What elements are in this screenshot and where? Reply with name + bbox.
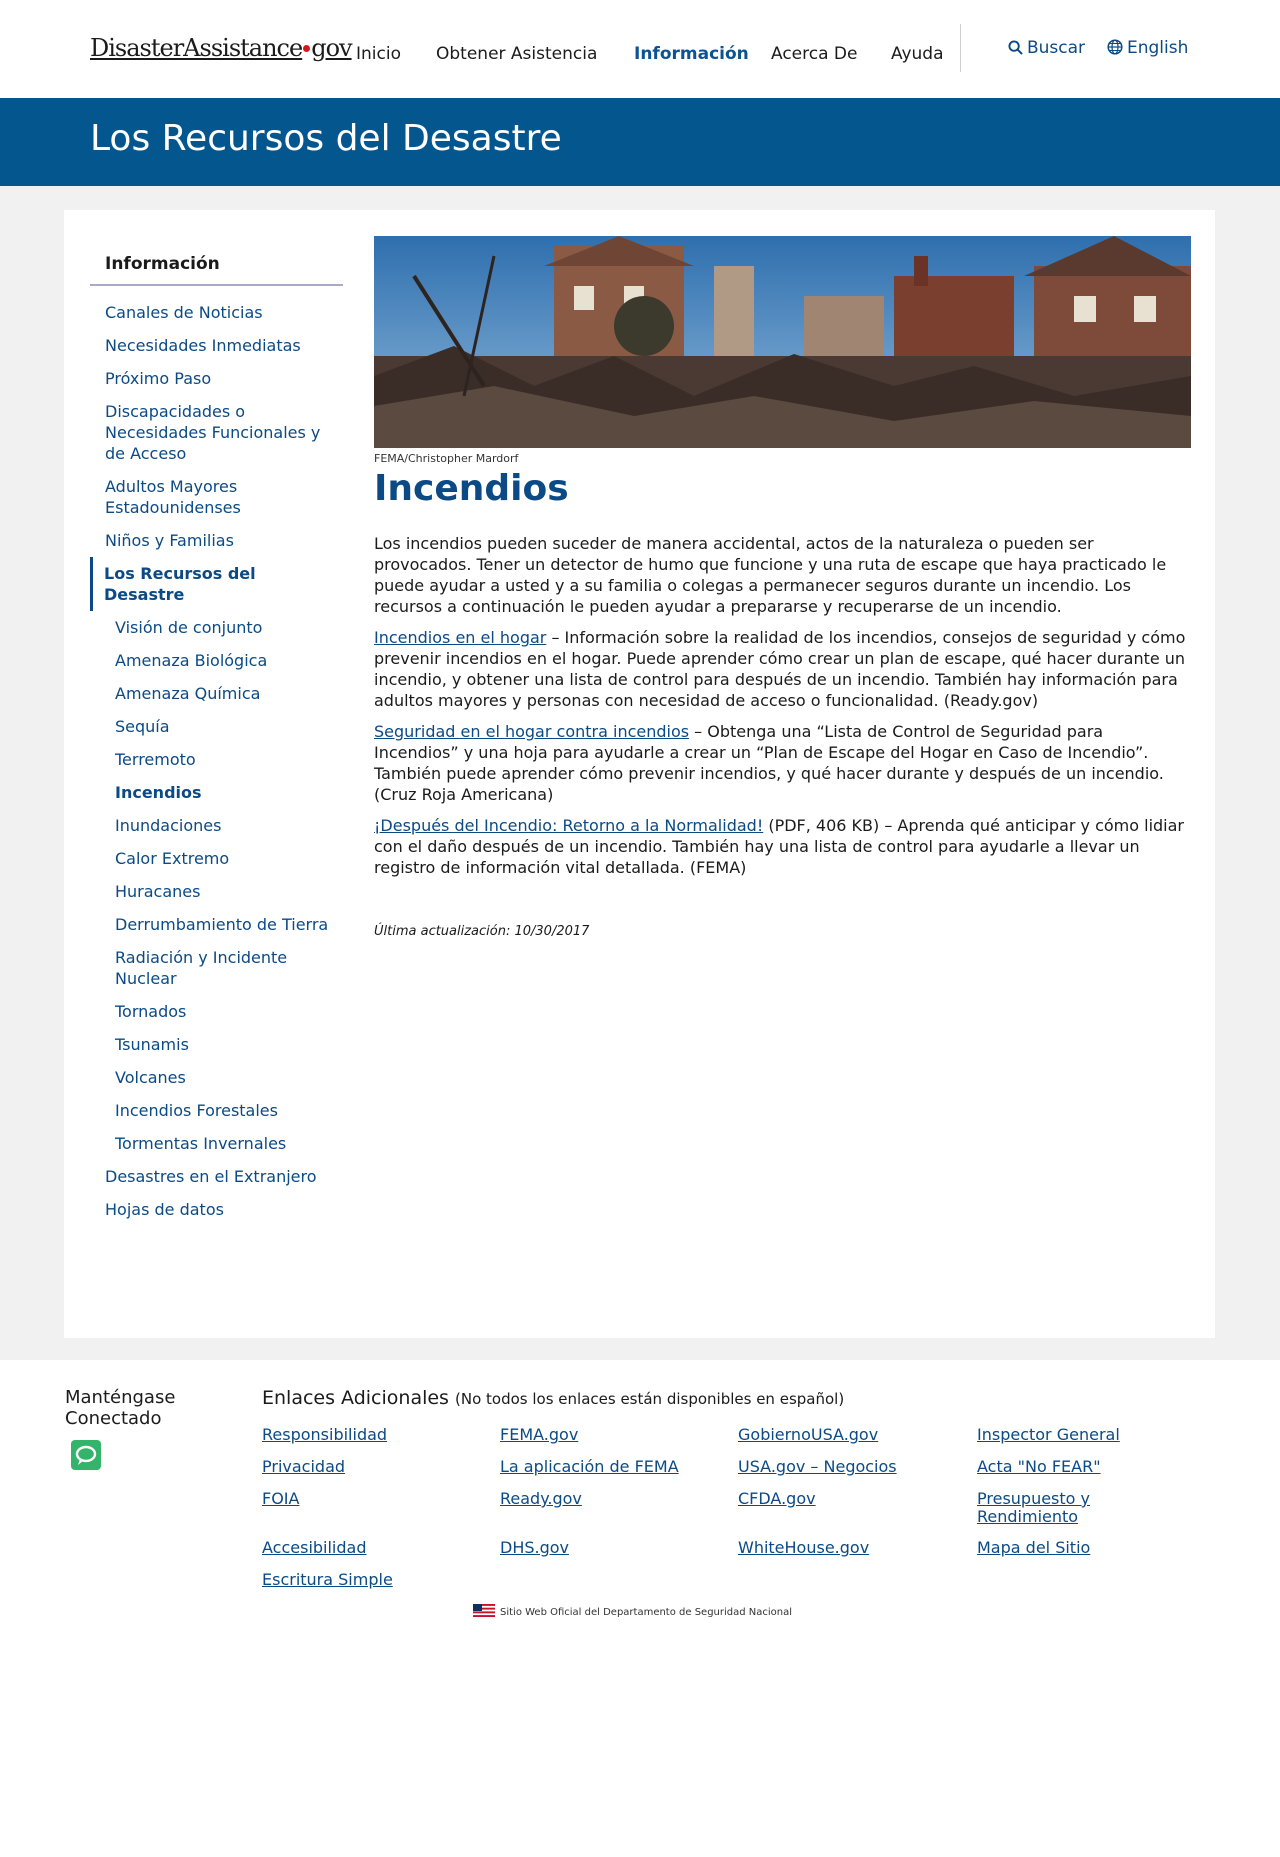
footer-link-usagov-negocios[interactable]: USA.gov – Negocios [738, 1458, 897, 1476]
site-footer: Manténgase Conectado Enlaces Adicionales… [0, 1360, 1280, 1857]
footer-link-escritura-simple[interactable]: Escritura Simple [262, 1571, 393, 1589]
sidebar-subitem-huracanes[interactable]: Huracanes [90, 875, 343, 908]
sidebar-item-ninos-y-familias[interactable]: Niños y Familias [90, 524, 343, 557]
intro-paragraph: Los incendios pueden suceder de manera a… [374, 534, 1167, 616]
nav-informacion[interactable]: Información [634, 44, 749, 64]
us-flag-icon [473, 1604, 495, 1617]
language-link[interactable]: English [1107, 38, 1188, 58]
resource-link-incendios-hogar[interactable]: Incendios en el hogar [374, 628, 546, 647]
sidebar-nav: Información Canales de Noticias Necesida… [90, 236, 343, 1226]
logo-suffix: gov [311, 34, 352, 62]
nav-inicio[interactable]: Inicio [356, 44, 401, 64]
nav-divider [960, 24, 961, 72]
search-label: Buscar [1027, 38, 1086, 58]
footer-link-fema-app[interactable]: La aplicación de FEMA [500, 1458, 679, 1476]
main-panel: Información Canales de Noticias Necesida… [64, 210, 1215, 1338]
footer-link-foia[interactable]: FOIA [262, 1490, 299, 1508]
sidebar-item-adultos-mayores[interactable]: Adultos Mayores Estadounidenses [90, 470, 343, 524]
page-title: Incendios [374, 468, 569, 509]
sidebar-subitem-amenaza-quimica[interactable]: Amenaza Química [90, 677, 343, 710]
page-banner: Los Recursos del Desastre [0, 98, 1280, 186]
sidebar-item-hojas-de-datos[interactable]: Hojas de datos [90, 1193, 343, 1226]
footer-link-whitehouse[interactable]: WhiteHouse.gov [738, 1539, 869, 1557]
resource-paragraph-3: ¡Después del Incendio: Retorno a la Norm… [374, 815, 1191, 878]
sidebar-subitem-volcanes[interactable]: Volcanes [90, 1061, 343, 1094]
search-link[interactable]: Buscar [1008, 38, 1085, 58]
sidebar-subitem-terremoto[interactable]: Terremoto [90, 743, 343, 776]
footer-link-fema[interactable]: FEMA.gov [500, 1426, 578, 1444]
sidebar-subitem-incendios-forestales[interactable]: Incendios Forestales [90, 1094, 343, 1127]
sidebar-subitem-tornados[interactable]: Tornados [90, 995, 343, 1028]
sidebar-item-discapacidades[interactable]: Discapacidades o Necesidades Funcionales… [90, 395, 343, 470]
footer-link-no-fear[interactable]: Acta "No FEAR" [977, 1458, 1101, 1476]
logo-main: DisasterAssistance [90, 34, 303, 62]
hero-image [374, 236, 1191, 448]
footer-link-privacidad[interactable]: Privacidad [262, 1458, 345, 1476]
sidebar-subitem-tormentas-invernales[interactable]: Tormentas Invernales [90, 1127, 343, 1160]
last-updated: Última actualización: 10/30/2017 [374, 924, 590, 939]
official-site-note: Sitio Web Oficial del Departamento de Se… [473, 1604, 792, 1618]
sidebar-subitem-incendios[interactable]: Incendios [90, 776, 343, 809]
main-content: FEMA/Christopher Mardorf Incendios Los i… [374, 236, 1191, 939]
sidebar-item-canales-de-noticias[interactable]: Canales de Noticias [90, 296, 343, 329]
sidebar-subitem-sequia[interactable]: Sequía [90, 710, 343, 743]
additional-links-heading: Enlaces Adicionales (No todos los enlace… [262, 1387, 844, 1409]
footer-link-gobiernousa[interactable]: GobiernoUSA.gov [738, 1426, 878, 1444]
sidebar-subitem-amenaza-biologica[interactable]: Amenaza Biológica [90, 644, 343, 677]
footer-link-presupuesto[interactable]: Presupuesto y Rendimiento [977, 1490, 1127, 1526]
resource-paragraph-1: Incendios en el hogar – Información sobr… [374, 627, 1191, 711]
sidebar-subitem-calor-extremo[interactable]: Calor Extremo [90, 842, 343, 875]
resource-link-seguridad-hogar[interactable]: Seguridad en el hogar contra incendios [374, 722, 689, 741]
sidebar-subitem-vision-de-conjunto[interactable]: Visión de conjunto [90, 611, 343, 644]
sidebar-item-desastres-extranjero[interactable]: Desastres en el Extranjero [90, 1160, 343, 1193]
site-header: DisasterAssistance gov Inicio Obtener Asi… [0, 0, 1280, 98]
nav-obtener-asistencia[interactable]: Obtener Asistencia [436, 44, 597, 64]
sidebar-item-necesidades-inmediatas[interactable]: Necesidades Inmediatas [90, 329, 343, 362]
stay-connected-heading: Manténgase Conectado [65, 1387, 176, 1429]
nav-acerca-de[interactable]: Acerca De [771, 44, 857, 64]
footer-link-dhs[interactable]: DHS.gov [500, 1539, 569, 1557]
footer-link-ready[interactable]: Ready.gov [500, 1490, 582, 1508]
chat-icon[interactable] [71, 1440, 101, 1470]
official-site-text: Sitio Web Oficial del Departamento de Se… [500, 1607, 793, 1618]
sidebar-subitem-tsunamis[interactable]: Tsunamis [90, 1028, 343, 1061]
sidebar-subitem-radiacion[interactable]: Radiación y Incidente Nuclear [90, 941, 343, 995]
site-logo[interactable]: DisasterAssistance gov [90, 34, 353, 62]
footer-link-accesibilidad[interactable]: Accesibilidad [262, 1539, 367, 1557]
search-icon [1008, 40, 1023, 55]
sidebar-heading: Información [90, 236, 343, 286]
footer-link-responsibilidad[interactable]: Responsibilidad [262, 1426, 387, 1444]
sidebar-list: Canales de Noticias Necesidades Inmediat… [90, 296, 343, 1226]
sidebar-item-proximo-paso[interactable]: Próximo Paso [90, 362, 343, 395]
chat-bubble-glyph [75, 1445, 97, 1465]
hero-photo-illustration [374, 236, 1191, 448]
logo-dot [303, 44, 311, 52]
sidebar-subitem-derrumbamiento[interactable]: Derrumbamiento de Tierra [90, 908, 343, 941]
image-caption: FEMA/Christopher Mardorf [374, 452, 519, 465]
footer-link-mapa-sitio[interactable]: Mapa del Sitio [977, 1539, 1090, 1557]
footer-link-cfda[interactable]: CFDA.gov [738, 1490, 816, 1508]
sidebar-item-recursos-del-desastre[interactable]: Los Recursos del Desastre [90, 557, 343, 611]
footer-link-inspector-general[interactable]: Inspector General [977, 1426, 1120, 1444]
nav-ayuda[interactable]: Ayuda [891, 44, 944, 64]
globe-icon [1107, 39, 1123, 55]
resource-link-despues-incendio[interactable]: ¡Después del Incendio: Retorno a la Norm… [374, 816, 763, 835]
resource-paragraph-2: Seguridad en el hogar contra incendios –… [374, 721, 1191, 805]
additional-links-note: (No todos los enlaces están disponibles … [455, 1390, 845, 1408]
additional-links-title: Enlaces Adicionales [262, 1387, 449, 1409]
sidebar-subitem-inundaciones[interactable]: Inundaciones [90, 809, 343, 842]
language-label: English [1127, 38, 1189, 58]
banner-title: Los Recursos del Desastre [90, 118, 562, 159]
